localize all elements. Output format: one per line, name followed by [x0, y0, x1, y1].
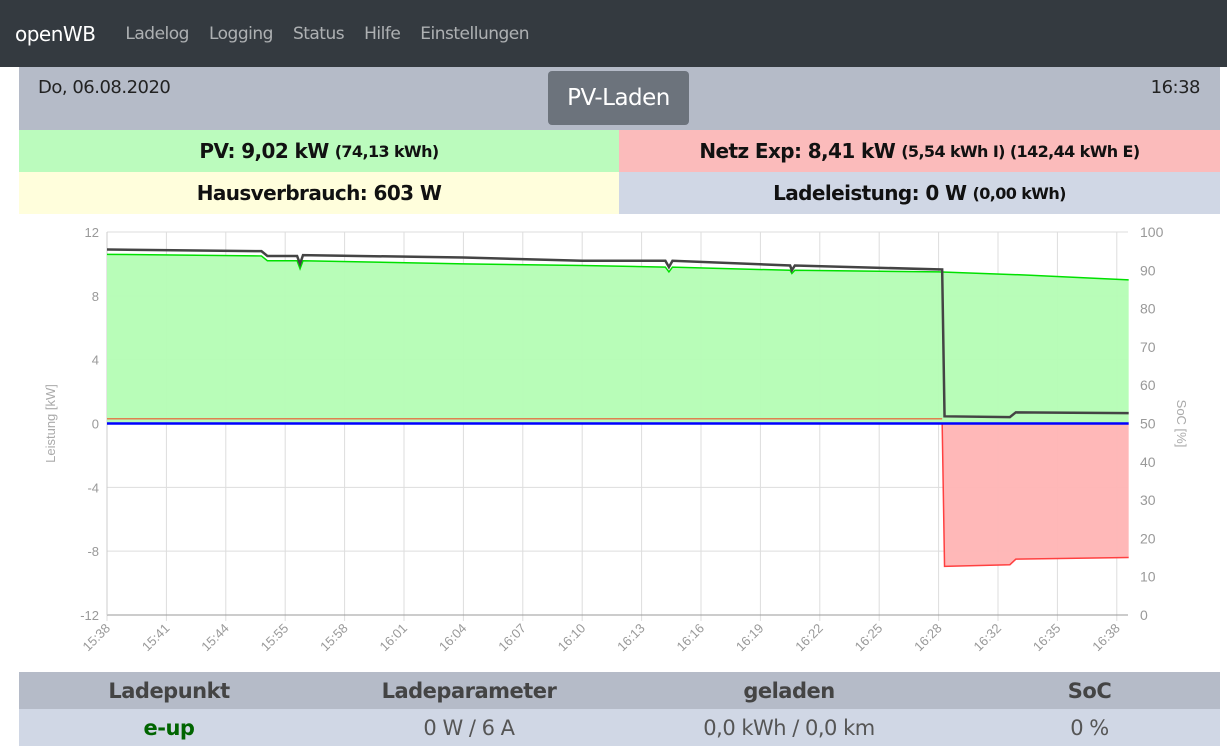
nav-hilfe[interactable]: Hilfe [364, 24, 401, 44]
grid-energy: (5,54 kWh I) (142,44 kWh E) [901, 141, 1140, 161]
x-tick-label: 16:16 [674, 621, 708, 655]
navbar: openWB Ladelog Logging Status Hilfe Eins… [0, 0, 1227, 67]
nav-status[interactable]: Status [293, 24, 345, 44]
x-tick-label: 16:38 [1089, 621, 1123, 655]
y-tick-label: 4 [92, 353, 99, 368]
x-tick-label: 16:28 [911, 621, 945, 655]
x-tick-label: 15:41 [139, 621, 173, 655]
charge-energy: (0,00 kWh) [972, 183, 1067, 203]
x-tick-label: 16:04 [436, 621, 470, 655]
y-tick-label: -8 [87, 544, 99, 559]
x-tick-label: 16:07 [495, 621, 529, 655]
house-value: Hausverbrauch: 603 W [196, 181, 442, 205]
x-tick-label: 16:13 [614, 621, 648, 655]
pv-energy: (74,13 kWh) [334, 141, 439, 161]
y-tick-label: 8 [92, 289, 99, 304]
grid-summary: Netz Exp: 8,41 kW (5,54 kWh I) (142,44 kW… [619, 130, 1220, 172]
y-tick-label: -4 [87, 480, 99, 495]
x-tick-label: 16:25 [852, 621, 886, 655]
y-tick-label: -12 [80, 608, 99, 623]
pv-summary: PV: 9,02 kW (74,13 kWh) [19, 130, 619, 172]
header-bar: Do, 06.08.2020 PV-Laden 16:38 [19, 67, 1220, 130]
y2-tick-label: 50 [1140, 416, 1156, 432]
series-area-evu [107, 423, 1129, 567]
table-row: e-up 0 W / 6 A 0,0 kWh / 0,0 km 0 % [19, 709, 1220, 746]
nav-logging[interactable]: Logging [209, 24, 273, 44]
y-tick-label: 0 [92, 417, 99, 432]
chargepoint-charged: 0,0 kWh / 0,0 km [703, 715, 875, 740]
chargepoint-table: Ladepunkt Ladeparameter geladen SoC e-up… [19, 672, 1220, 746]
chargepoint-soc: 0 % [1070, 715, 1109, 740]
x-tick-label: 15:58 [317, 621, 351, 655]
grid-value: Netz Exp: 8,41 kW [699, 139, 896, 163]
x-tick-label: 16:35 [1030, 621, 1064, 655]
time: 16:38 [1150, 77, 1201, 98]
series-area-pv [107, 254, 1129, 424]
x-tick-label: 16:19 [733, 621, 767, 655]
charge-mode-button[interactable]: PV-Laden [548, 71, 689, 125]
x-tick-label: 16:22 [792, 621, 826, 655]
col-ladeparameter: Ladeparameter [381, 678, 557, 703]
y2-tick-label: 40 [1140, 454, 1156, 470]
charge-summary: Ladeleistung: 0 W (0,00 kWh) [619, 172, 1220, 214]
y2-tick-label: 20 [1140, 530, 1156, 546]
nav-ladelog[interactable]: Ladelog [125, 24, 189, 44]
y2-tick-label: 80 [1140, 301, 1156, 317]
y2-tick-label: 90 [1140, 262, 1156, 278]
y2-tick-label: 70 [1140, 339, 1156, 355]
y-axis-label: Leistung [kW] [43, 384, 58, 463]
nav-einstellungen[interactable]: Einstellungen [420, 24, 529, 44]
x-tick-label: 15:44 [198, 621, 232, 655]
col-soc: SoC [1067, 678, 1112, 703]
chargepoint-params: 0 W / 6 A [423, 715, 515, 740]
table-header: Ladepunkt Ladeparameter geladen SoC [19, 672, 1220, 709]
y2-tick-label: 100 [1140, 224, 1164, 240]
y2-tick-label: 10 [1140, 569, 1156, 585]
date: Do, 06.08.2020 [38, 77, 171, 98]
x-tick-label: 15:55 [258, 621, 292, 655]
y2-axis-label: SoC [%] [1174, 400, 1189, 448]
house-summary: Hausverbrauch: 603 W [19, 172, 619, 214]
y2-tick-label: 0 [1140, 607, 1148, 623]
pv-value: PV: 9,02 kW [199, 139, 329, 163]
x-tick-label: 16:01 [377, 621, 411, 655]
power-chart: 12840-4-8-12100908070605040302010015:38 1… [43, 224, 1189, 655]
col-ladepunkt: Ladepunkt [108, 678, 230, 703]
x-tick-label: 15:38 [80, 621, 114, 655]
col-geladen: geladen [743, 678, 835, 703]
y2-tick-label: 60 [1140, 377, 1156, 393]
y2-tick-label: 30 [1140, 492, 1156, 508]
chargepoint-name[interactable]: e-up [19, 716, 319, 740]
x-tick-label: 16:32 [971, 621, 1005, 655]
y-tick-label: 12 [85, 225, 99, 240]
x-tick-label: 16:10 [555, 621, 589, 655]
charge-value: Ladeleistung: 0 W [773, 181, 967, 205]
brand-logo[interactable]: openWB [15, 22, 96, 46]
